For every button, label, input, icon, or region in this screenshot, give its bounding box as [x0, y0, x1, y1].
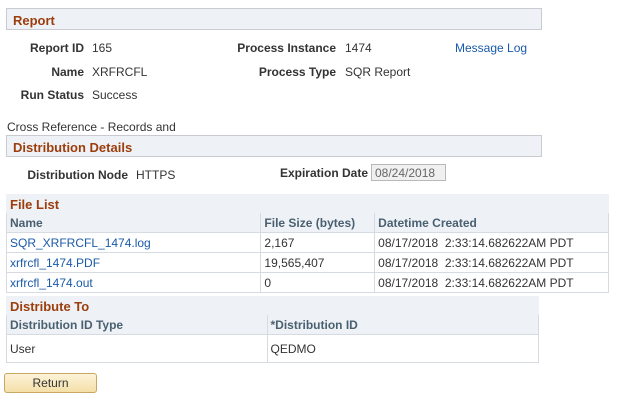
table-row: User QEDMO [6, 334, 539, 363]
run-status-value: Success [92, 88, 138, 102]
column-header-distribution-id: *Distribution ID [266, 315, 539, 335]
report-section-title: Report [13, 13, 55, 28]
message-log-link[interactable]: Message Log [455, 41, 527, 55]
table-row: SQR_XRFRCFL_1474.log 2,167 08/17/2018 2:… [5, 232, 609, 253]
column-header-datetime-created[interactable]: Datetime Created [374, 213, 609, 233]
run-status-label: Run Status [20, 88, 84, 102]
file-list-header-row: Name File Size (bytes) Datetime Created [5, 213, 609, 233]
distribution-section-title: Distribution Details [13, 140, 133, 155]
file-size-cell: 19,565,407 [260, 252, 376, 273]
file-link[interactable]: SQR_XRFRCFL_1474.log [10, 236, 151, 250]
expiration-date-label: Expiration Date [279, 166, 368, 180]
file-list-title: File List [10, 197, 60, 212]
file-list-table: Name File Size (bytes) Datetime Created … [5, 213, 609, 293]
file-name-cell: xrfrcfl_1474.out [5, 272, 262, 293]
table-row: xrfrcfl_1474.PDF 19,565,407 08/17/2018 2… [5, 252, 609, 273]
name-value: XRFRCFL [92, 65, 148, 79]
file-size-cell: 0 [260, 272, 376, 293]
report-id-value: 165 [92, 41, 113, 55]
distribution-id-cell: QEDMO [266, 334, 539, 363]
process-type-label: Process Type [258, 65, 336, 79]
file-name-cell: SQR_XRFRCFL_1474.log [5, 232, 262, 253]
file-created-cell: 08/17/2018 2:33:14.682622AM PDT [374, 232, 609, 253]
process-instance-value: 1474 [345, 41, 372, 55]
distribution-node-label: Distribution Node [27, 168, 128, 182]
column-header-distribution-id-type: Distribution ID Type [6, 315, 268, 335]
distribute-to-header-row: Distribution ID Type *Distribution ID [6, 315, 539, 335]
file-name-cell: xrfrcfl_1474.PDF [5, 252, 262, 273]
report-section-header: Report [6, 8, 542, 30]
column-header-file-size[interactable]: File Size (bytes) [260, 213, 376, 233]
distribution-section-header: Distribution Details [6, 135, 542, 157]
file-size-cell: 2,167 [260, 232, 376, 253]
return-button[interactable]: Return [4, 373, 97, 393]
file-link[interactable]: xrfrcfl_1474.PDF [10, 256, 100, 270]
distribution-node-value: HTTPS [136, 168, 176, 182]
process-instance-label: Process Instance [237, 41, 336, 55]
report-description: Cross Reference - Records and [7, 120, 176, 134]
column-header-name[interactable]: Name [5, 213, 262, 233]
file-created-cell: 08/17/2018 2:33:14.682622AM PDT [374, 252, 609, 273]
table-row: xrfrcfl_1474.out 0 08/17/2018 2:33:14.68… [5, 272, 609, 293]
distribution-id-type-cell: User [6, 334, 268, 363]
file-link[interactable]: xrfrcfl_1474.out [10, 276, 93, 290]
process-type-value: SQR Report [345, 65, 411, 79]
file-created-cell: 08/17/2018 2:33:14.682622AM PDT [374, 272, 609, 293]
distribute-to-table: Distribution ID Type *Distribution ID Us… [6, 315, 539, 363]
name-label: Name [51, 65, 84, 79]
distribute-to-title: Distribute To [10, 299, 90, 314]
file-list-header-bg [6, 194, 609, 213]
report-id-label: Report ID [30, 41, 84, 55]
expiration-date-field: 08/24/2018 [371, 164, 446, 181]
